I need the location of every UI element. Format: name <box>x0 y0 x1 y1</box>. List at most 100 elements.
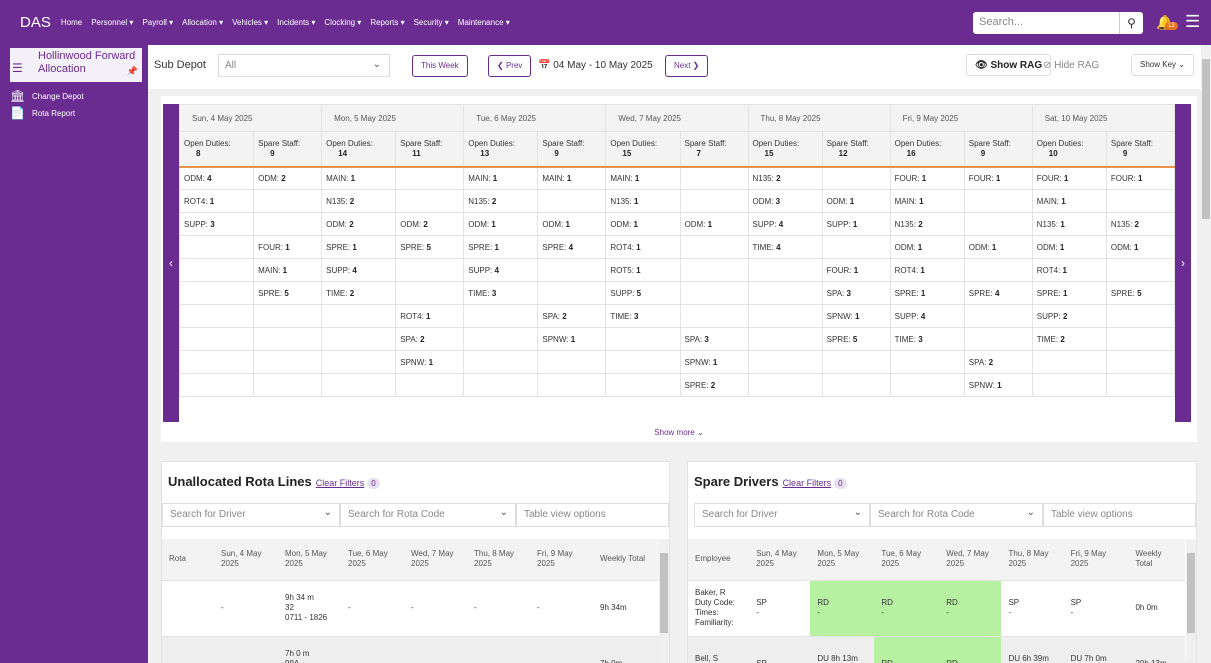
duty-cell[interactable]: ODM: 1 <box>889 235 965 259</box>
unallocated-scrollbar[interactable] <box>659 539 669 663</box>
unallocated-clear-filters[interactable]: Clear Filters <box>316 478 365 488</box>
duty-cell[interactable]: ROT4: 1 <box>1031 258 1107 282</box>
hide-rag-button[interactable]: ⊘ Hide RAG <box>1043 60 1099 71</box>
show-more-link[interactable]: Show more ⌄ <box>161 428 1197 437</box>
search-icon[interactable]: ⚲ <box>1119 12 1143 34</box>
nav-item[interactable]: Reports ▾ <box>370 18 404 27</box>
table-row[interactable]: Bell, SDuty Code: SP DU 8h 13m3 RD RD DU 6h 3… <box>688 636 1185 663</box>
hamburger-icon[interactable]: ☰ <box>12 62 23 75</box>
column-header[interactable]: Rota <box>162 539 214 581</box>
nav-item[interactable]: Vehicles ▾ <box>232 18 268 27</box>
duty-cell[interactable]: SPRE: 1 <box>889 281 965 305</box>
duty-cell[interactable]: TIME: 2 <box>321 281 397 305</box>
spare-scrollbar[interactable] <box>1186 539 1196 663</box>
duty-cell[interactable]: ODM: 1 <box>963 235 1033 259</box>
unallocated-driver-search[interactable]: Search for Driver ⌄ <box>162 503 340 527</box>
next-week-button[interactable]: Next ❯ <box>665 55 709 77</box>
duty-cell[interactable]: ROT4: 1 <box>605 235 681 259</box>
duty-cell[interactable]: SPRE: 4 <box>963 281 1033 305</box>
duty-cell[interactable]: N135: 2 <box>747 166 823 190</box>
page-scrollbar-thumb[interactable] <box>1202 59 1210 219</box>
duty-cell[interactable]: SPA: 2 <box>395 327 465 351</box>
duty-cell[interactable]: SUPP: 1 <box>821 212 891 236</box>
spare-driver-search[interactable]: Search for Driver ⌄ <box>694 503 870 527</box>
duty-cell[interactable]: FOUR: 1 <box>1105 166 1176 190</box>
duty-cell[interactable]: SPRE: 4 <box>537 235 607 259</box>
duty-cell[interactable]: MAIN: 1 <box>605 166 681 190</box>
duty-cell[interactable]: SPA: 2 <box>537 304 607 328</box>
table-row[interactable]: Baker, R Duty Code: Times: Familiarity: SP - R… <box>688 580 1185 637</box>
spare-rota-search[interactable]: Search for Rota Code ⌄ <box>870 503 1043 527</box>
column-header[interactable]: Sun, 4 May 2025 <box>749 539 811 581</box>
nav-item[interactable]: Maintenance ▾ <box>458 18 510 27</box>
spare-scrollbar-thumb[interactable] <box>1187 553 1195 633</box>
column-header[interactable]: Sun, 4 May 2025 <box>214 539 278 581</box>
duty-cell[interactable]: SPRE: 1 <box>463 235 539 259</box>
duty-cell[interactable]: FOUR: 1 <box>1031 166 1107 190</box>
nav-item[interactable]: Personnel ▾ <box>91 18 133 27</box>
duty-cell[interactable]: MAIN: 1 <box>321 166 397 190</box>
column-header[interactable]: Mon, 5 May 2025 <box>278 539 341 581</box>
duty-cell[interactable]: SUPP: 4 <box>747 212 823 236</box>
duty-cell[interactable]: SPNW: 1 <box>963 373 1033 397</box>
duty-cell[interactable]: SPRE: 5 <box>1105 281 1176 305</box>
nav-item[interactable]: Payroll ▾ <box>142 18 173 27</box>
duty-cell[interactable]: SUPP: 5 <box>605 281 681 305</box>
duty-cell[interactable]: SUPP: 3 <box>178 212 255 236</box>
column-header[interactable]: Fri, 9 May 2025 <box>1063 539 1129 581</box>
sidebar-item-change-depot[interactable]: 🏛 Change Depot <box>10 89 84 103</box>
duty-cell[interactable]: FOUR: 1 <box>889 166 965 190</box>
sub-depot-select[interactable]: All ⌄ <box>218 54 390 77</box>
duty-cell[interactable]: N135: 1 <box>1031 212 1107 236</box>
column-header[interactable]: Wed, 7 May 2025 <box>939 539 1002 581</box>
duty-cell[interactable]: FOUR: 1 <box>963 166 1033 190</box>
nav-item[interactable]: Security ▾ <box>414 18 449 27</box>
column-header[interactable]: Employee <box>688 539 750 581</box>
sidebar-title[interactable]: ☰ Hollinwood Forward Allocation 📌 <box>10 48 142 82</box>
duty-cell[interactable]: ROT4: 1 <box>395 304 465 328</box>
duty-cell[interactable]: FOUR: 1 <box>253 235 323 259</box>
duty-cell[interactable]: N135: 2 <box>1105 212 1176 236</box>
column-header[interactable]: Tue, 6 May 2025 <box>874 539 940 581</box>
duty-cell[interactable]: ODM: 1 <box>537 212 607 236</box>
show-rag-button[interactable]: 👁 Show RAG <box>966 54 1052 76</box>
duty-cell[interactable]: SUPP: 4 <box>321 258 397 282</box>
search-input[interactable]: Search... <box>973 12 1119 34</box>
duty-cell[interactable]: SUPP: 4 <box>889 304 965 328</box>
duty-cell[interactable]: SPA: 3 <box>679 327 749 351</box>
duty-cell[interactable]: SPA: 3 <box>821 281 891 305</box>
duty-cell[interactable]: ODM: 1 <box>821 189 891 213</box>
show-key-select[interactable]: Show Key ⌄ <box>1131 54 1194 76</box>
bell-icon[interactable]: 🔔 13 <box>1156 14 1178 31</box>
global-search[interactable]: Search... ⚲ <box>973 12 1143 34</box>
duty-cell[interactable]: SPNW: 1 <box>821 304 891 328</box>
duty-cell[interactable]: TIME: 3 <box>889 327 965 351</box>
column-header[interactable]: Thu, 8 May 2025 <box>467 539 530 581</box>
calendar-prev-arrow[interactable]: ‹ <box>163 104 179 422</box>
duty-cell[interactable]: SPRE: 5 <box>395 235 465 259</box>
duty-cell[interactable]: N135: 2 <box>463 189 539 213</box>
duty-cell[interactable]: ODM: 1 <box>605 212 681 236</box>
unallocated-view-options[interactable]: Table view options <box>516 503 669 527</box>
column-header[interactable]: Weekly Total <box>1128 539 1185 581</box>
nav-item[interactable]: Home <box>61 18 82 27</box>
duty-cell[interactable]: ODM: 3 <box>747 189 823 213</box>
duty-cell[interactable]: SPRE: 5 <box>821 327 891 351</box>
duty-cell[interactable]: MAIN: 1 <box>463 166 539 190</box>
calendar-next-arrow[interactable]: › <box>1175 104 1191 422</box>
duty-cell[interactable]: MAIN: 1 <box>1031 189 1107 213</box>
duty-cell[interactable]: SPA: 2 <box>963 350 1033 374</box>
table-row[interactable]: -9h 34 m 32 0711 - 1826- - - -9h 34m <box>162 580 659 637</box>
duty-cell[interactable]: SPNW: 1 <box>395 350 465 374</box>
duty-cell[interactable]: N135: 2 <box>321 189 397 213</box>
spare-clear-filters[interactable]: Clear Filters <box>783 478 832 488</box>
sidebar-item-rota-report[interactable]: 📄 Rota Report <box>10 106 75 120</box>
duty-cell[interactable]: SPRE: 5 <box>253 281 323 305</box>
column-header[interactable]: Tue, 6 May 2025 <box>341 539 404 581</box>
column-header[interactable]: Weekly Total <box>593 539 659 581</box>
app-brand[interactable]: DAS <box>0 14 61 31</box>
duty-cell[interactable]: ODM: 1 <box>679 212 749 236</box>
duty-cell[interactable]: SUPP: 4 <box>463 258 539 282</box>
duty-cell[interactable]: TIME: 2 <box>1031 327 1107 351</box>
duty-cell[interactable]: TIME: 3 <box>463 281 539 305</box>
